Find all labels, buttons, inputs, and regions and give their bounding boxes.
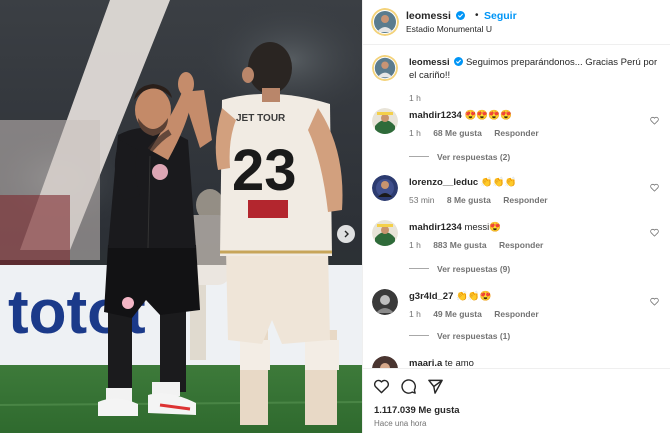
- comment-username[interactable]: lorenzo__leduc: [409, 177, 478, 188]
- comment-text: maari.a te amo: [409, 357, 659, 368]
- post-header: leomessi • Seguir Estadio Monumental U: [363, 0, 670, 45]
- comment-body: te amo: [444, 358, 474, 368]
- commenter-avatar[interactable]: [372, 356, 398, 368]
- like-comment-heart-icon[interactable]: [650, 297, 659, 306]
- like-comment-heart-icon[interactable]: [650, 116, 659, 125]
- replies-divider: [409, 335, 429, 336]
- location-link[interactable]: Estadio Monumental U: [406, 24, 492, 34]
- post-timestamp[interactable]: Hace una hora: [374, 419, 426, 428]
- view-replies-label[interactable]: Ver respuestas (2): [437, 152, 510, 162]
- reply-button[interactable]: Responder: [494, 309, 538, 319]
- replies-divider: [409, 156, 429, 157]
- svg-text:JET TOUR: JET TOUR: [236, 113, 286, 124]
- comment-meta: 1 h 49 Me gusta Responder: [409, 309, 549, 319]
- view-replies-label[interactable]: Ver respuestas (9): [437, 264, 510, 274]
- post-photo[interactable]: totot 23 JET TOUR: [0, 0, 362, 433]
- commenter-avatar[interactable]: [372, 220, 398, 246]
- comment-text: mahdir1234 😍😍😍😍: [409, 109, 659, 122]
- comment-meta: 1 h 68 Me gusta Responder: [409, 128, 549, 138]
- reply-button[interactable]: Responder: [499, 240, 543, 250]
- commenter-avatar[interactable]: [372, 175, 398, 201]
- comment-likes[interactable]: 49 Me gusta: [433, 309, 482, 319]
- comment-meta: 53 min 8 Me gusta Responder: [409, 195, 558, 205]
- author-avatar[interactable]: [371, 8, 399, 36]
- caption-username[interactable]: leomessi: [409, 57, 450, 68]
- follow-button[interactable]: Seguir: [484, 10, 517, 22]
- author-avatar[interactable]: [372, 55, 398, 81]
- comment-likes[interactable]: 68 Me gusta: [433, 128, 482, 138]
- post-image: totot 23 JET TOUR: [0, 0, 362, 433]
- verified-badge-icon: [454, 57, 464, 66]
- svg-text:23: 23: [232, 138, 297, 203]
- comment-time[interactable]: 1 h: [409, 240, 421, 250]
- reply-button[interactable]: Responder: [494, 128, 538, 138]
- comment-username[interactable]: g3r4ld_27: [409, 291, 453, 302]
- comment-meta: 1 h 883 Me gusta Responder: [409, 240, 553, 250]
- comment-username[interactable]: mahdir1234: [409, 110, 462, 121]
- reply-button[interactable]: Responder: [503, 195, 547, 205]
- replies-divider: [409, 268, 429, 269]
- comment-text: g3r4ld_27 👏👏😍: [409, 290, 659, 303]
- comment-time[interactable]: 53 min: [409, 195, 435, 205]
- view-replies-button[interactable]: Ver respuestas (1): [409, 331, 510, 341]
- comment-likes[interactable]: 883 Me gusta: [433, 240, 486, 250]
- author-username[interactable]: leomessi: [406, 10, 465, 22]
- caption-text: leomessi Seguimos preparándonos... Graci…: [409, 56, 659, 82]
- likes-count[interactable]: 1.117.039 Me gusta: [374, 405, 460, 416]
- comments-list[interactable]: leomessi Seguimos preparándonos... Graci…: [363, 46, 670, 368]
- commenter-avatar[interactable]: [372, 108, 398, 134]
- verified-badge-icon: [455, 11, 465, 20]
- comment-text: mahdir1234 messi😍: [409, 221, 659, 234]
- username-text[interactable]: leomessi: [406, 10, 451, 22]
- commenter-avatar[interactable]: [372, 289, 398, 315]
- comment-text: lorenzo__leduc 👏👏👏: [409, 176, 659, 189]
- like-comment-heart-icon[interactable]: [650, 228, 659, 237]
- comment-body: 😍😍😍😍: [464, 110, 512, 121]
- caption-meta: 1 h: [409, 93, 431, 103]
- comment-likes[interactable]: 8 Me gusta: [447, 195, 491, 205]
- separator-dot: •: [475, 10, 479, 21]
- share-paper-plane-icon[interactable]: [427, 378, 444, 395]
- comment-time[interactable]: 1 h: [409, 128, 421, 138]
- next-photo-button[interactable]: [337, 225, 355, 243]
- comment-username[interactable]: maari.a: [409, 358, 442, 368]
- comment-username[interactable]: mahdir1234: [409, 222, 462, 233]
- view-replies-label[interactable]: Ver respuestas (1): [437, 331, 510, 341]
- comment-time[interactable]: 1 h: [409, 309, 421, 319]
- comment-body: 👏👏👏: [480, 177, 517, 188]
- like-comment-heart-icon[interactable]: [650, 183, 659, 192]
- like-heart-icon[interactable]: [373, 378, 390, 395]
- comment-body: messi😍: [464, 222, 502, 233]
- caption-time[interactable]: 1 h: [409, 93, 421, 103]
- comment-bubble-icon[interactable]: [400, 378, 417, 395]
- comment-body: 👏👏😍: [456, 291, 492, 302]
- post-footer: 1.117.039 Me gusta Hace una hora: [363, 368, 670, 433]
- view-replies-button[interactable]: Ver respuestas (2): [409, 152, 510, 162]
- chevron-right-icon: [344, 230, 349, 238]
- view-replies-button[interactable]: Ver respuestas (9): [409, 264, 510, 274]
- post-details-panel: leomessi • Seguir Estadio Monumental U l…: [362, 0, 670, 433]
